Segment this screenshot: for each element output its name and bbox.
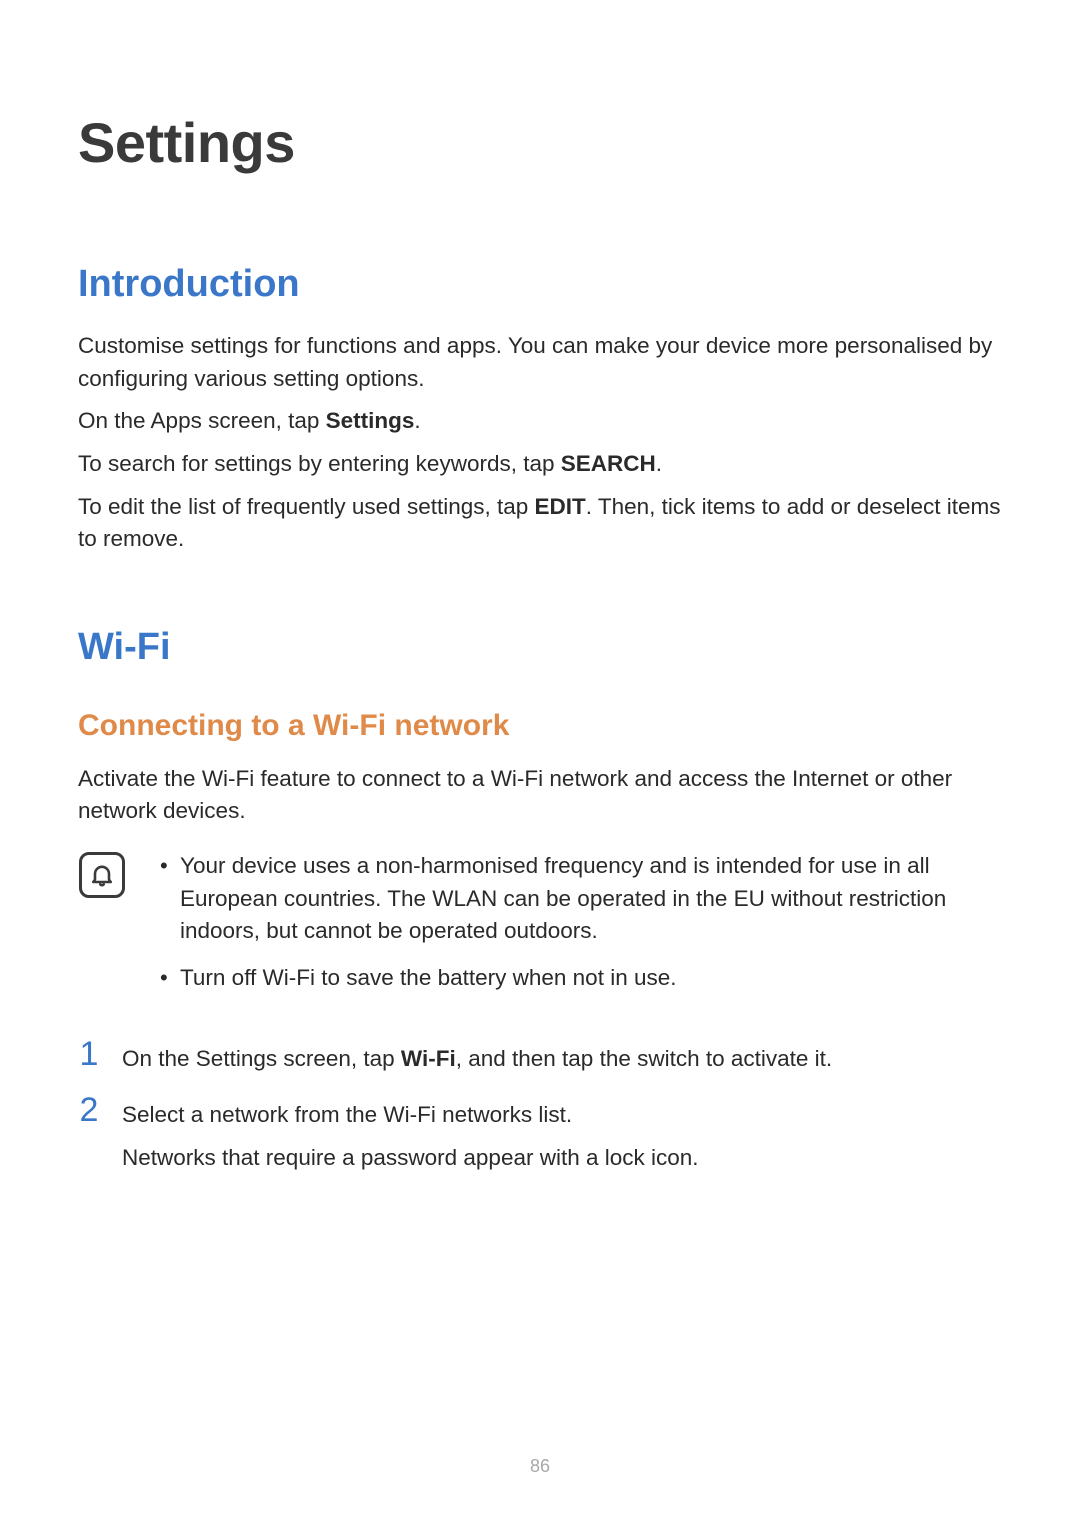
subsection-connecting: Connecting to a Wi-Fi network Activate t… [78, 709, 1002, 828]
step-number-1: 1 [78, 1037, 100, 1071]
step-1-body: On the Settings screen, tap Wi-Fi, and t… [122, 1037, 1002, 1076]
text: To edit the list of frequently used sett… [78, 494, 535, 519]
note-item-1: Your device uses a non-harmonised freque… [156, 850, 1002, 948]
page-number: 86 [0, 1456, 1080, 1477]
note-block: Your device uses a non-harmonised freque… [78, 850, 1002, 1009]
section-wifi: Wi-Fi [78, 626, 1002, 669]
step-2-sub: Networks that require a password appear … [122, 1142, 1002, 1175]
intro-paragraph-1: Customise settings for functions and app… [78, 330, 1002, 395]
section-introduction: Introduction Customise settings for func… [78, 263, 1002, 556]
page-title: Settings [78, 110, 1002, 175]
intro-paragraph-4: To edit the list of frequently used sett… [78, 491, 1002, 556]
step-2-main: Select a network from the Wi-Fi networks… [122, 1102, 572, 1127]
bold-settings: Settings [326, 408, 415, 433]
note-item-2: Turn off Wi-Fi to save the battery when … [156, 962, 1002, 995]
heading-introduction: Introduction [78, 263, 1002, 306]
intro-paragraph-2: On the Apps screen, tap Settings. [78, 405, 1002, 438]
subheading-connecting: Connecting to a Wi-Fi network [78, 709, 1002, 743]
text: , and then tap the switch to activate it… [456, 1046, 832, 1071]
steps-list: 1 On the Settings screen, tap Wi-Fi, and… [78, 1037, 1002, 1175]
note-icon-container [78, 850, 126, 898]
note-list: Your device uses a non-harmonised freque… [156, 850, 1002, 1009]
heading-wifi: Wi-Fi [78, 626, 1002, 669]
wifi-paragraph-1: Activate the Wi-Fi feature to connect to… [78, 763, 1002, 828]
text: To search for settings by entering keywo… [78, 451, 561, 476]
step-2: 2 Select a network from the Wi-Fi networ… [78, 1093, 1002, 1174]
text: On the Settings screen, tap [122, 1046, 401, 1071]
step-1: 1 On the Settings screen, tap Wi-Fi, and… [78, 1037, 1002, 1076]
text: . [656, 451, 662, 476]
step-number-2: 2 [78, 1093, 100, 1127]
step-2-body: Select a network from the Wi-Fi networks… [122, 1093, 1002, 1174]
bold-search: SEARCH [561, 451, 656, 476]
page-content: Settings Introduction Customise settings… [0, 0, 1080, 1174]
bold-edit: EDIT [535, 494, 586, 519]
bell-icon [79, 852, 125, 898]
text: On the Apps screen, tap [78, 408, 326, 433]
bold-wifi: Wi-Fi [401, 1046, 456, 1071]
text: . [414, 408, 420, 433]
intro-paragraph-3: To search for settings by entering keywo… [78, 448, 1002, 481]
